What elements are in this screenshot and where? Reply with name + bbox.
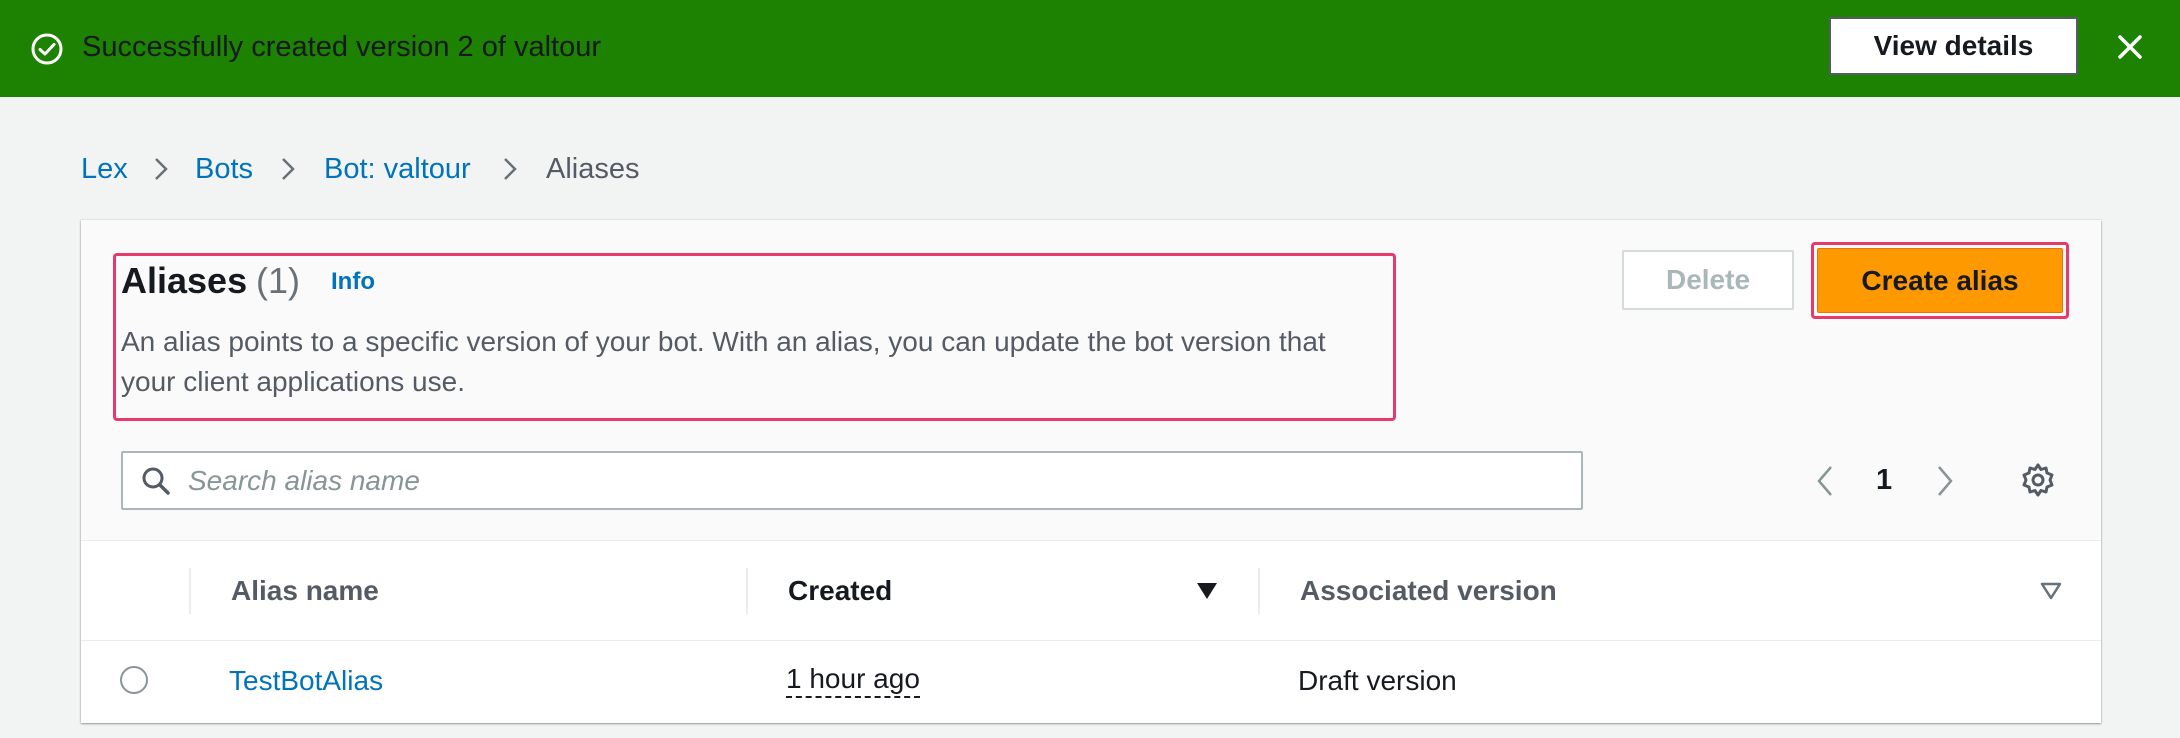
alias-count: (1)	[256, 260, 300, 301]
breadcrumb-aliases: Aliases	[546, 153, 640, 185]
chevron-left-icon[interactable]	[1812, 463, 1838, 499]
row-divider	[81, 640, 2101, 641]
view-details-button[interactable]: View details	[1829, 17, 2078, 75]
caret-down-outline-icon[interactable]	[2040, 582, 2062, 600]
column-header-created[interactable]: Created	[788, 572, 892, 610]
page-title: Aliases	[121, 260, 248, 301]
column-header-associated-version[interactable]: Associated version	[1300, 572, 1557, 610]
breadcrumb-bots[interactable]: Bots	[195, 150, 253, 188]
column-divider	[189, 568, 191, 614]
row-select-radio[interactable]	[120, 666, 148, 694]
alias-name-link[interactable]: TestBotAlias	[229, 662, 383, 700]
info-link[interactable]: Info	[331, 266, 375, 298]
create-alias-button[interactable]: Create alias	[1817, 248, 2063, 313]
chevron-right-icon	[282, 158, 295, 180]
column-divider	[746, 568, 748, 614]
breadcrumb-lex[interactable]: Lex	[81, 150, 128, 188]
created-cell: 1 hour ago	[786, 662, 920, 698]
version-cell: Draft version	[1298, 665, 1457, 696]
caret-down-filled-icon[interactable]	[1196, 582, 1218, 600]
delete-button[interactable]: Delete	[1622, 250, 1794, 310]
check-circle-icon	[31, 33, 63, 65]
breadcrumb-bot-valtour[interactable]: Bot: valtour	[324, 150, 471, 188]
chevron-right-icon	[504, 158, 517, 180]
page-number[interactable]: 1	[1876, 460, 1892, 500]
column-divider	[1258, 568, 1260, 614]
chevron-right-icon[interactable]	[1932, 463, 1958, 499]
column-header-alias-name[interactable]: Alias name	[231, 572, 379, 610]
search-input[interactable]	[188, 453, 1568, 508]
flash-message: Successfully created version 2 of valtou…	[82, 31, 602, 63]
chevron-right-icon	[155, 158, 168, 180]
close-icon[interactable]	[2110, 27, 2150, 67]
search-icon	[142, 467, 170, 495]
gear-icon[interactable]	[2020, 462, 2056, 498]
header-description: An alias points to a specific version of…	[121, 326, 1326, 397]
